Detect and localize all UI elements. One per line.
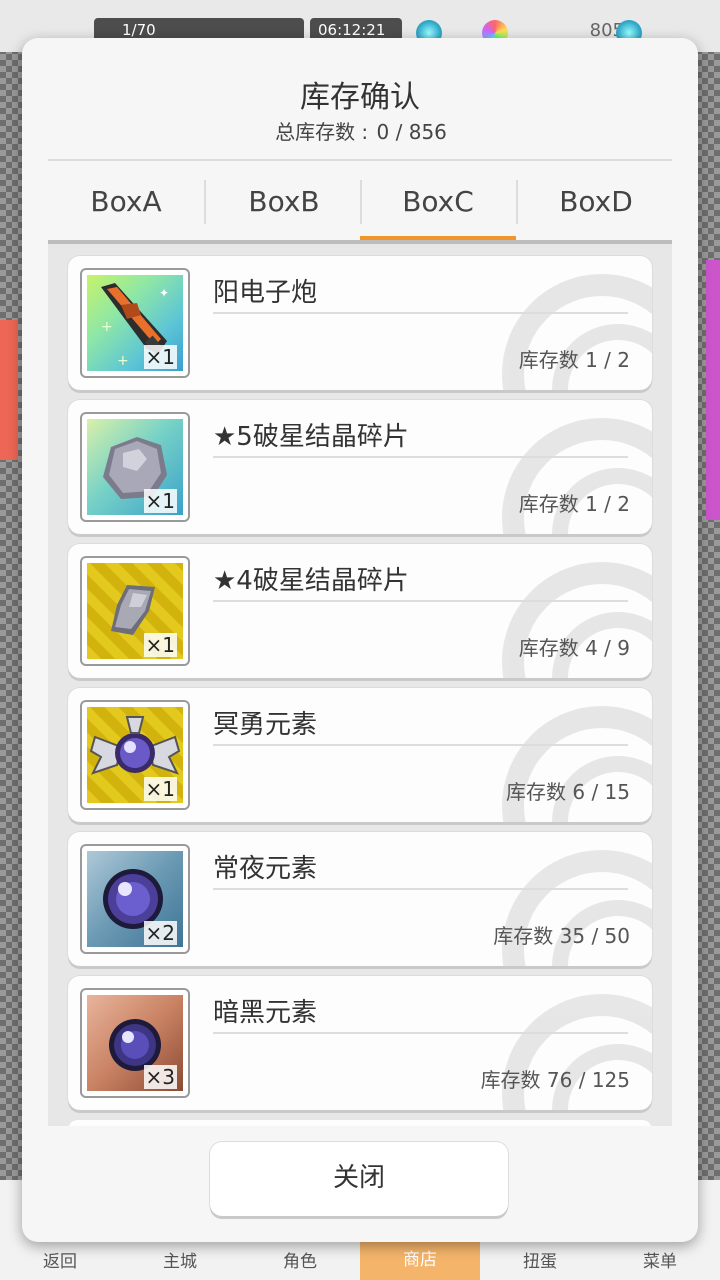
nav-gacha[interactable]: 扭蛋 xyxy=(480,1247,600,1272)
item-quantity: ×1 xyxy=(143,489,177,513)
dialog-title: 库存确认 xyxy=(300,80,420,115)
list-item[interactable]: ×2 常夜元素 库存数 35 / 50 xyxy=(68,832,652,966)
item-quantity: ×1 xyxy=(143,777,177,801)
item-name: 冥勇元素 xyxy=(213,710,318,740)
dark-orb-icon xyxy=(109,1019,161,1071)
nav-character[interactable]: 角色 xyxy=(240,1247,360,1272)
list-item[interactable]: ×1 ★5破星结晶碎片 库存数 1 / 2 xyxy=(68,400,652,534)
night-orb-icon xyxy=(103,869,163,929)
nav-main-city[interactable]: 主城 xyxy=(120,1247,240,1272)
winged-gem-icon xyxy=(89,716,181,775)
close-button[interactable]: 关闭 xyxy=(210,1142,508,1216)
positron-cannon-icon: + + ✦ xyxy=(101,283,169,369)
item-name: 暗黑元素 xyxy=(213,998,318,1028)
name-underline xyxy=(213,888,628,890)
total-stock-label: 总库存数 : xyxy=(275,120,369,144)
svg-text:+: + xyxy=(117,353,129,369)
list-item[interactable] xyxy=(68,1120,652,1126)
name-underline xyxy=(213,744,628,746)
box-tabs: BoxA BoxB BoxC BoxD xyxy=(48,176,672,242)
total-stock-value: 0 / 856 xyxy=(376,120,447,144)
item-thumbnail: ×3 xyxy=(80,988,190,1098)
tab-boxc[interactable]: BoxC xyxy=(360,176,516,242)
star4-crystal-icon xyxy=(111,585,155,635)
tab-boxb[interactable]: BoxB xyxy=(206,176,362,242)
tab-boxd[interactable]: BoxD xyxy=(518,176,674,242)
star5-crystal-icon xyxy=(103,437,167,499)
list-item[interactable]: + + ✦ ×1 阳电子炮 库存数 1 / 2 xyxy=(68,256,652,390)
svg-text:✦: ✦ xyxy=(159,286,169,300)
item-thumbnail: ×1 xyxy=(80,556,190,666)
name-underline xyxy=(213,600,628,602)
item-stock: 库存数 6 / 15 xyxy=(506,780,630,804)
svg-text:+: + xyxy=(101,319,113,335)
list-item[interactable]: ×3 暗黑元素 库存数 76 / 125 xyxy=(68,976,652,1110)
item-list[interactable]: + + ✦ ×1 阳电子炮 库存数 1 / 2 ×1 ★5破星结晶碎片 库存数 … xyxy=(48,244,672,1126)
item-stock: 库存数 76 / 125 xyxy=(480,1068,630,1092)
item-thumbnail: + + ✦ ×1 xyxy=(80,268,190,378)
item-quantity: ×1 xyxy=(143,345,177,369)
item-name: ★5破星结晶碎片 xyxy=(213,422,409,452)
list-item[interactable]: ×1 ★4破星结晶碎片 库存数 4 / 9 xyxy=(68,544,652,678)
item-stock: 库存数 1 / 2 xyxy=(518,492,630,516)
item-stock: 库存数 35 / 50 xyxy=(493,924,630,948)
nav-shop[interactable]: 商店 xyxy=(360,1240,480,1280)
item-stock: 库存数 1 / 2 xyxy=(518,348,630,372)
item-thumbnail: ×1 xyxy=(80,700,190,810)
nav-back[interactable]: 返回 xyxy=(0,1247,120,1272)
item-quantity: ×3 xyxy=(143,1065,177,1089)
item-quantity: ×2 xyxy=(143,921,177,945)
name-underline xyxy=(213,456,628,458)
name-underline xyxy=(213,312,628,314)
name-underline xyxy=(213,1032,628,1034)
item-name: 常夜元素 xyxy=(213,854,318,884)
list-item[interactable]: ×1 冥勇元素 库存数 6 / 15 xyxy=(68,688,652,822)
item-quantity: ×1 xyxy=(143,633,177,657)
dialog-subtitle: 总库存数 : 0 / 856 xyxy=(0,116,720,145)
nav-menu[interactable]: 菜单 xyxy=(600,1247,720,1272)
item-stock: 库存数 4 / 9 xyxy=(518,636,630,660)
background-decoration xyxy=(706,260,720,520)
background-decoration xyxy=(0,320,18,460)
item-name: 阳电子炮 xyxy=(213,278,318,308)
item-thumbnail: ×2 xyxy=(80,844,190,954)
divider xyxy=(48,159,672,161)
item-thumbnail: ×1 xyxy=(80,412,190,522)
tab-boxa[interactable]: BoxA xyxy=(48,176,204,242)
item-name: ★4破星结晶碎片 xyxy=(213,566,409,596)
